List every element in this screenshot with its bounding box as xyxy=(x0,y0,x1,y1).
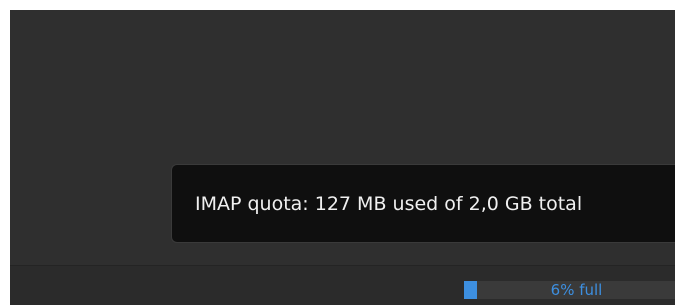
quota-tooltip: IMAP quota: 127 MB used of 2,0 GB total xyxy=(171,164,675,243)
quota-meter-label: 6% full xyxy=(550,281,603,299)
quota-meter[interactable]: 6% full xyxy=(464,281,675,299)
status-bar: 6% full xyxy=(10,265,675,305)
mail-window: IMAP quota: 127 MB used of 2,0 GB total … xyxy=(10,10,675,305)
quota-tooltip-text: IMAP quota: 127 MB used of 2,0 GB total xyxy=(195,193,583,215)
